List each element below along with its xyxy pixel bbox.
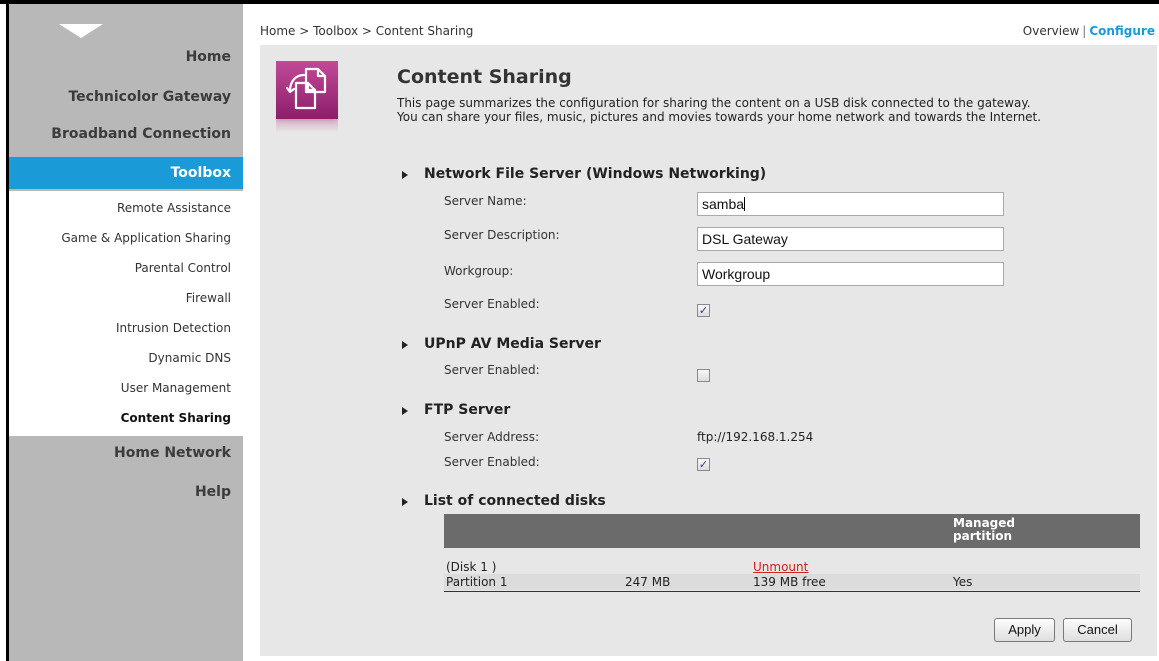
- view-switch: Overview | Configure: [1023, 24, 1155, 38]
- managed-partition-header: Managed partition: [953, 517, 1015, 543]
- subnav-game-application-sharing[interactable]: Game & Application Sharing: [61, 231, 231, 245]
- description-line-2: You can share your files, music, picture…: [397, 110, 1042, 124]
- top-bar: Home > Toolbox > Content Sharing Overvie…: [260, 24, 1157, 44]
- nav-broadband-connection[interactable]: Broadband Connection: [51, 126, 231, 142]
- unmount-link[interactable]: Unmount: [753, 560, 808, 574]
- nav-toolbox-label: Toolbox: [170, 165, 231, 181]
- description-line-1: This page summarizes the configuration f…: [397, 96, 1031, 110]
- upnp-enabled-label: Server Enabled:: [444, 363, 540, 377]
- workgroup-input[interactable]: Workgroup: [697, 262, 1004, 286]
- table-header: Managed partition: [444, 514, 1140, 548]
- configure-link[interactable]: Configure: [1089, 24, 1155, 38]
- nav-technicolor-gateway[interactable]: Technicolor Gateway: [68, 89, 231, 105]
- upnp-heading-text: UPnP AV Media Server: [424, 336, 601, 352]
- nav-home[interactable]: Home: [186, 49, 231, 65]
- sidebar: Home Technicolor Gateway Broadband Conne…: [9, 4, 243, 661]
- section-bullet-icon: [402, 171, 408, 179]
- sidebar-notch: [59, 24, 103, 38]
- subnav-firewall[interactable]: Firewall: [186, 291, 231, 305]
- partition-managed: Yes: [953, 575, 973, 589]
- subnav-user-management[interactable]: User Management: [121, 381, 231, 395]
- server-description-value: DSL Gateway: [702, 231, 788, 247]
- nfs-heading-text: Network File Server (Windows Networking): [424, 166, 767, 182]
- nav-help[interactable]: Help: [195, 484, 231, 500]
- page-description: This page summarizes the configuration f…: [397, 96, 1157, 124]
- icon-reflection: [276, 119, 338, 133]
- ftp-address-label: Server Address:: [444, 430, 539, 444]
- disks-heading-text: List of connected disks: [424, 493, 606, 509]
- cancel-button[interactable]: Cancel: [1063, 618, 1132, 642]
- server-description-input[interactable]: DSL Gateway: [697, 227, 1004, 251]
- upnp-enabled-checkbox[interactable]: [697, 369, 710, 382]
- toolbox-subnav: Remote Assistance Game & Application Sha…: [9, 191, 243, 436]
- workgroup-value: Workgroup: [702, 266, 771, 282]
- partition-size: 247 MB: [625, 575, 671, 589]
- nav-toolbox[interactable]: Toolbox: [9, 157, 243, 189]
- subnav-parental-control[interactable]: Parental Control: [135, 261, 231, 275]
- section-bullet-icon: [402, 341, 408, 349]
- apply-button[interactable]: Apply: [994, 618, 1055, 642]
- table-row: (Disk 1 ) Unmount: [444, 559, 1140, 574]
- partition-name: Partition 1: [446, 575, 508, 589]
- ftp-address-value: ftp://192.168.1.254: [697, 430, 814, 444]
- workgroup-label: Workgroup:: [444, 264, 514, 278]
- text-cursor: [744, 197, 746, 211]
- subnav-content-sharing[interactable]: Content Sharing: [121, 411, 231, 425]
- ftp-section-heading: FTP Server: [402, 402, 511, 418]
- overview-link[interactable]: Overview: [1023, 24, 1080, 38]
- content-sharing-icon: [276, 61, 338, 133]
- ftp-enabled-label: Server Enabled:: [444, 455, 540, 469]
- table-row: Partition 1 247 MB 139 MB free Yes: [444, 574, 1140, 590]
- nfs-section-heading: Network File Server (Windows Networking): [402, 166, 767, 182]
- partition-free: 139 MB free: [753, 575, 826, 589]
- page-title: Content Sharing: [397, 66, 572, 88]
- server-name-label: Server Name:: [444, 194, 527, 208]
- section-bullet-icon: [402, 407, 408, 415]
- breadcrumb: Home > Toolbox > Content Sharing: [260, 24, 474, 38]
- server-description-label: Server Description:: [444, 228, 560, 242]
- server-name-input[interactable]: samba: [697, 192, 1004, 216]
- view-separator: |: [1082, 24, 1087, 38]
- nfs-enabled-checkbox[interactable]: ✓: [697, 304, 710, 317]
- subnav-remote-assistance[interactable]: Remote Assistance: [117, 201, 231, 215]
- section-bullet-icon: [402, 498, 408, 506]
- subnav-dynamic-dns[interactable]: Dynamic DNS: [148, 351, 231, 365]
- table-bottom-rule: [444, 591, 1140, 592]
- server-name-value: samba: [702, 196, 745, 212]
- subnav-intrusion-detection[interactable]: Intrusion Detection: [116, 321, 231, 335]
- nfs-enabled-label: Server Enabled:: [444, 297, 540, 311]
- managed-partition-header-line2: partition: [953, 529, 1013, 543]
- ftp-enabled-checkbox[interactable]: ✓: [697, 458, 710, 471]
- disk-name: (Disk 1 ): [446, 560, 497, 574]
- disks-section-heading: List of connected disks: [402, 493, 606, 509]
- upnp-section-heading: UPnP AV Media Server: [402, 336, 601, 352]
- nav-home-network[interactable]: Home Network: [114, 445, 231, 461]
- ftp-heading-text: FTP Server: [424, 402, 511, 418]
- connected-disks-table: Managed partition (Disk 1 ) Unmount Part…: [444, 514, 1140, 592]
- main-content: Content Sharing This page summarizes the…: [260, 45, 1157, 656]
